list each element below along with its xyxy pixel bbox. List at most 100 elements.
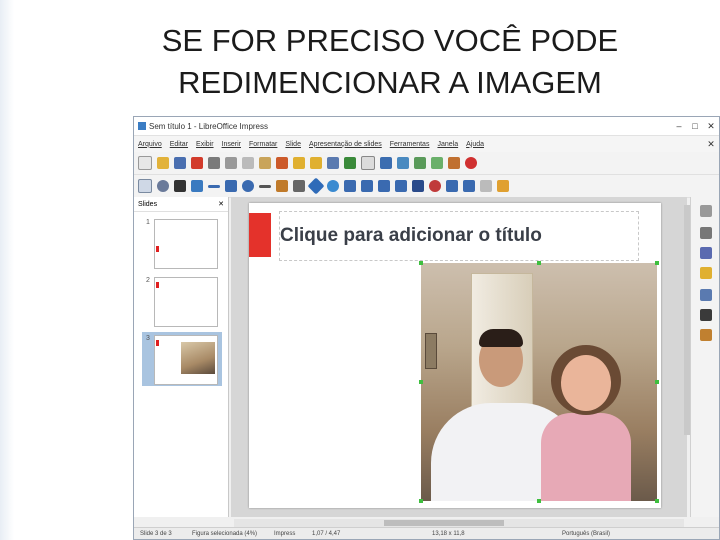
image-icon[interactable] bbox=[431, 157, 443, 169]
crop-icon[interactable] bbox=[497, 180, 509, 192]
menu-exibir[interactable]: Exibir bbox=[196, 141, 214, 148]
sidebar-deck bbox=[690, 197, 719, 517]
styles-icon[interactable] bbox=[700, 227, 712, 239]
close-button[interactable]: ✕ bbox=[703, 121, 719, 132]
zoom-icon[interactable] bbox=[157, 180, 169, 192]
new-icon[interactable] bbox=[138, 156, 152, 170]
slide-number-1: 1 bbox=[146, 219, 150, 226]
ellipse-icon[interactable] bbox=[242, 180, 254, 192]
slide-thumbnail-2[interactable] bbox=[154, 277, 218, 327]
animation-icon[interactable] bbox=[700, 289, 712, 301]
master-slides-icon[interactable] bbox=[700, 309, 712, 321]
menu-janela[interactable]: Janela bbox=[437, 141, 458, 148]
undo-icon[interactable] bbox=[293, 157, 305, 169]
align-icon[interactable] bbox=[446, 180, 458, 192]
cut-icon[interactable] bbox=[225, 157, 237, 169]
resize-handle-top[interactable] bbox=[537, 261, 541, 265]
standard-toolbar bbox=[134, 152, 719, 175]
find-icon[interactable] bbox=[327, 157, 339, 169]
navigator-icon[interactable] bbox=[700, 267, 712, 279]
text-icon[interactable] bbox=[174, 180, 186, 192]
export-pdf-icon[interactable] bbox=[191, 157, 203, 169]
window-title: Sem título 1 - LibreOffice Impress bbox=[149, 121, 269, 131]
save-icon[interactable] bbox=[174, 157, 186, 169]
block-arrows-icon[interactable] bbox=[344, 180, 356, 192]
slides-pane-title: Slides bbox=[138, 200, 158, 208]
menu-apresentacao[interactable]: Apresentação de slides bbox=[309, 141, 382, 148]
slide-edge-decoration bbox=[0, 0, 14, 540]
gallery-icon[interactable] bbox=[448, 157, 460, 169]
curve-icon[interactable] bbox=[276, 180, 288, 192]
resize-handle-left[interactable] bbox=[419, 380, 423, 384]
callouts-icon[interactable] bbox=[378, 180, 390, 192]
connector-icon[interactable] bbox=[293, 180, 305, 192]
copy-icon[interactable] bbox=[242, 157, 254, 169]
clone-format-icon[interactable] bbox=[276, 157, 288, 169]
paste-icon[interactable] bbox=[259, 157, 271, 169]
impress-app-icon bbox=[138, 122, 146, 130]
spellcheck-icon[interactable] bbox=[344, 157, 356, 169]
status-language[interactable]: Português (Brasil) bbox=[562, 531, 610, 537]
menu-bar: Arquivo Editar Exibir Inserir Formatar S… bbox=[134, 136, 719, 152]
display-icon[interactable] bbox=[380, 157, 392, 169]
arrow-icon[interactable] bbox=[259, 184, 271, 188]
shadow-icon[interactable] bbox=[480, 180, 492, 192]
line-icon[interactable] bbox=[208, 184, 220, 188]
maximize-button[interactable]: □ bbox=[687, 121, 703, 131]
rotate-icon[interactable] bbox=[429, 180, 441, 192]
menu-inserir[interactable]: Inserir bbox=[222, 141, 241, 148]
menu-editar[interactable]: Editar bbox=[170, 141, 188, 148]
arrange-icon[interactable] bbox=[463, 180, 475, 192]
print-icon[interactable] bbox=[208, 157, 220, 169]
title-placeholder-text: Clique para adicionar o título bbox=[280, 225, 542, 246]
slide-number-3: 3 bbox=[146, 335, 150, 342]
functions-icon[interactable] bbox=[700, 329, 712, 341]
gallery-sidebar-icon[interactable] bbox=[700, 247, 712, 259]
libreoffice-window: Sem título 1 - LibreOffice Impress – □ ✕… bbox=[133, 116, 720, 540]
slide-thumbnail-1[interactable] bbox=[154, 219, 218, 269]
thumbnail-accent bbox=[156, 246, 159, 252]
resize-handle-bottom-left[interactable] bbox=[419, 499, 423, 503]
horizontal-scrollbar[interactable] bbox=[234, 519, 684, 527]
resize-handle-right[interactable] bbox=[655, 380, 659, 384]
status-bar: Slide 3 de 3 Figura selecionada (4%) Imp… bbox=[134, 527, 719, 539]
resize-handle-bottom[interactable] bbox=[537, 499, 541, 503]
menu-ferramentas[interactable]: Ferramentas bbox=[390, 141, 430, 148]
resize-handle-bottom-right[interactable] bbox=[655, 499, 659, 503]
slides-pane-close-button[interactable]: ✕ bbox=[218, 200, 224, 208]
flowchart-icon[interactable] bbox=[361, 180, 373, 192]
table-icon[interactable] bbox=[414, 157, 426, 169]
rectangle-icon[interactable] bbox=[225, 180, 237, 192]
stars-icon[interactable] bbox=[395, 180, 407, 192]
photo-girl-face bbox=[561, 355, 611, 411]
redo-icon[interactable] bbox=[310, 157, 322, 169]
inserted-photo[interactable] bbox=[421, 263, 657, 501]
title-placeholder[interactable]: Clique para adicionar o título bbox=[279, 211, 639, 261]
status-slide-count: Slide 3 de 3 bbox=[140, 531, 172, 537]
menu-slide[interactable]: Slide bbox=[285, 141, 301, 148]
status-size: 13,18 x 11,8 bbox=[432, 531, 465, 537]
help-icon[interactable] bbox=[465, 157, 477, 169]
fill-icon[interactable] bbox=[191, 180, 203, 192]
horizontal-scrollbar-thumb[interactable] bbox=[384, 520, 504, 526]
thumbnail-photo bbox=[181, 342, 215, 374]
minimize-button[interactable]: – bbox=[671, 121, 687, 131]
menu-formatar[interactable]: Formatar bbox=[249, 141, 277, 148]
close-document-button[interactable]: ✕ bbox=[703, 139, 719, 150]
drawing-toolbar bbox=[134, 175, 719, 198]
chart-icon[interactable] bbox=[397, 157, 409, 169]
basic-shapes-icon[interactable] bbox=[307, 177, 325, 195]
menu-arquivo[interactable]: Arquivo bbox=[138, 141, 162, 148]
slide-thumbnail-3[interactable] bbox=[154, 335, 218, 385]
symbol-shapes-icon[interactable] bbox=[327, 180, 339, 192]
properties-icon[interactable] bbox=[700, 205, 712, 217]
select-icon[interactable] bbox=[138, 179, 152, 193]
open-icon[interactable] bbox=[157, 157, 169, 169]
resize-handle-top-left[interactable] bbox=[419, 261, 423, 265]
menu-ajuda[interactable]: Ajuda bbox=[466, 141, 484, 148]
current-slide[interactable]: Clique para adicionar o título bbox=[249, 203, 661, 508]
grid-icon[interactable] bbox=[361, 156, 375, 170]
resize-handle-top-right[interactable] bbox=[655, 261, 659, 265]
3d-icon[interactable] bbox=[412, 180, 424, 192]
slide-number-2: 2 bbox=[146, 277, 150, 284]
